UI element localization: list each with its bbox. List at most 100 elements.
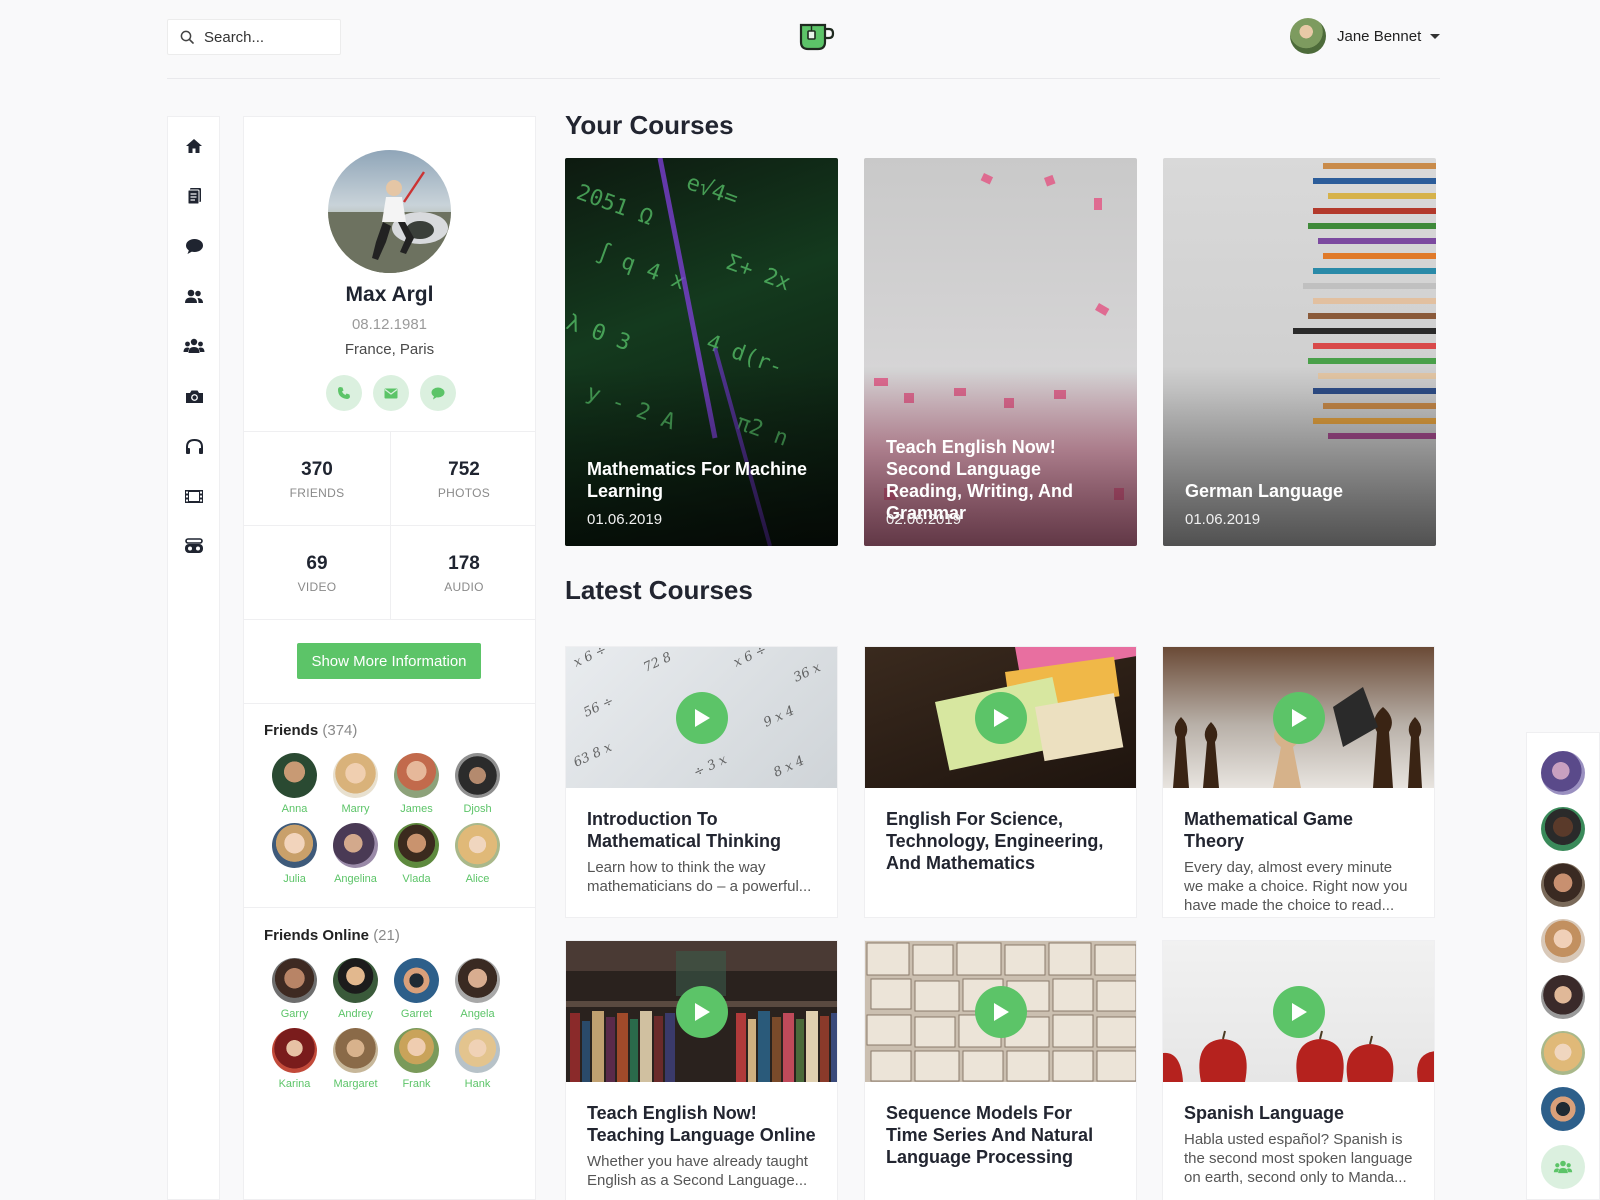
play-icon bbox=[994, 709, 1009, 727]
course-card[interactable]: Teach English Now! Second Language Readi… bbox=[864, 158, 1137, 546]
stat-label: FRIENDS bbox=[289, 486, 345, 500]
search-box[interactable] bbox=[167, 19, 341, 55]
friends-online-section-title: Friends Online (21) bbox=[264, 927, 400, 944]
message-button[interactable] bbox=[420, 375, 456, 411]
stat-value: 752 bbox=[448, 459, 480, 480]
friends-icon[interactable] bbox=[182, 284, 206, 308]
friend-item[interactable]: Vlada bbox=[386, 823, 447, 885]
friend-item[interactable]: Margaret bbox=[325, 1028, 386, 1090]
friend-item[interactable]: Djosh bbox=[447, 753, 508, 815]
course-title: Introduction To Mathematical Thinking bbox=[587, 809, 782, 851]
online-user-avatar[interactable] bbox=[1541, 807, 1585, 851]
friend-name: Angela bbox=[460, 1008, 495, 1020]
email-button[interactable] bbox=[373, 375, 409, 411]
stat-value: 178 bbox=[448, 553, 480, 574]
friend-item[interactable]: Garret bbox=[386, 958, 447, 1020]
stat-audio[interactable]: 178 AUDIO bbox=[391, 553, 537, 594]
friend-item[interactable]: Karina bbox=[264, 1028, 325, 1090]
friend-item[interactable]: Frank bbox=[386, 1028, 447, 1090]
play-button[interactable] bbox=[1273, 986, 1325, 1038]
divider bbox=[244, 907, 535, 908]
latest-course-card[interactable]: Teach English Now! Teaching Language Onl… bbox=[565, 940, 838, 1200]
friend-item[interactable]: Garry bbox=[264, 958, 325, 1020]
latest-course-card[interactable]: x 6 ÷ 72 8 x 6 ÷ 36 x 56 ÷ 9 x 4 63 8 x … bbox=[565, 646, 838, 918]
user-menu[interactable]: Jane Bennet bbox=[1290, 18, 1441, 54]
coffee-cup-logo[interactable] bbox=[798, 22, 836, 52]
online-user-avatar[interactable] bbox=[1541, 863, 1585, 907]
friend-item[interactable]: Angela bbox=[447, 958, 508, 1020]
svg-text:56 ÷: 56 ÷ bbox=[581, 694, 616, 721]
friend-avatar bbox=[394, 823, 439, 868]
course-card[interactable]: 2051 Ω e√4= ∫ q 4 x Σ+ 2x λ Θ 3 4 d(r- y… bbox=[565, 158, 838, 546]
profile-location: France, Paris bbox=[344, 341, 435, 358]
friend-item[interactable]: Marry bbox=[325, 753, 386, 815]
play-icon bbox=[695, 709, 710, 727]
stat-label: AUDIO bbox=[444, 580, 484, 594]
play-button[interactable] bbox=[975, 986, 1027, 1038]
groups-icon[interactable] bbox=[182, 334, 206, 358]
divider bbox=[244, 703, 535, 704]
course-title: Teach English Now! Teaching Language Onl… bbox=[587, 1103, 816, 1145]
profile-card: Max Argl 08.12.1981 France, Paris 370 FR… bbox=[243, 116, 536, 1200]
latest-course-card[interactable]: English For Science, Technology, Enginee… bbox=[864, 646, 1137, 918]
phone-icon bbox=[338, 387, 350, 399]
play-button[interactable] bbox=[676, 692, 728, 744]
friends-online-count: (21) bbox=[373, 927, 400, 944]
course-card[interactable]: German Language 01.06.2019 bbox=[1163, 158, 1436, 546]
profile-actions bbox=[326, 375, 456, 411]
play-icon bbox=[1292, 709, 1307, 727]
film-icon[interactable] bbox=[182, 484, 206, 508]
online-user-avatar[interactable] bbox=[1541, 975, 1585, 1019]
course-title: German Language bbox=[1185, 481, 1344, 501]
course-description: Habla usted español? Spanish is the seco… bbox=[1184, 1131, 1413, 1186]
chat-icon[interactable] bbox=[182, 234, 206, 258]
friend-item[interactable]: Julia bbox=[264, 823, 325, 885]
nav-rail bbox=[167, 116, 220, 1200]
friend-item[interactable]: Andrey bbox=[325, 958, 386, 1020]
search-input[interactable] bbox=[204, 28, 334, 46]
online-user-avatar[interactable] bbox=[1541, 1031, 1585, 1075]
header-divider bbox=[167, 78, 1440, 79]
profile-name: Max Argl bbox=[345, 283, 434, 306]
friend-name: Marry bbox=[341, 803, 370, 815]
online-user-avatar[interactable] bbox=[1541, 751, 1585, 795]
stat-video[interactable]: 69 VIDEO bbox=[244, 553, 390, 594]
home-icon[interactable] bbox=[182, 134, 206, 158]
show-more-info-button[interactable]: Show More Information bbox=[297, 643, 481, 679]
friend-item[interactable]: Anna bbox=[264, 753, 325, 815]
course-title: English For Science, Technology, Enginee… bbox=[886, 809, 1104, 873]
groups-button[interactable] bbox=[1541, 1145, 1585, 1189]
play-button[interactable] bbox=[1273, 692, 1325, 744]
document-icon[interactable] bbox=[182, 184, 206, 208]
course-date: 01.06.2019 bbox=[1185, 511, 1261, 528]
course-description: Whether you have already taught English … bbox=[587, 1153, 808, 1189]
call-button[interactable] bbox=[326, 375, 362, 411]
latest-course-card[interactable]: Spanish Language Habla usted español? Sp… bbox=[1162, 940, 1435, 1200]
course-thumbnail bbox=[865, 941, 1136, 1082]
headphones-icon[interactable] bbox=[182, 434, 206, 458]
svg-text:λ Θ 3: λ Θ 3 bbox=[565, 310, 634, 356]
friend-item[interactable]: Hank bbox=[447, 1028, 508, 1090]
friend-item[interactable]: James bbox=[386, 753, 447, 815]
user-name: Jane Bennet bbox=[1337, 27, 1422, 45]
friend-name: Djosh bbox=[463, 803, 492, 815]
friend-name: Vlada bbox=[402, 873, 431, 885]
camera-icon[interactable] bbox=[182, 384, 206, 408]
friend-item[interactable]: Alice bbox=[447, 823, 508, 885]
latest-course-card[interactable]: Mathematical Game Theory Every day, almo… bbox=[1162, 646, 1435, 918]
online-user-avatar[interactable] bbox=[1541, 919, 1585, 963]
play-button[interactable] bbox=[975, 692, 1027, 744]
gamepad-icon[interactable] bbox=[182, 534, 206, 558]
friend-avatar bbox=[394, 753, 439, 798]
online-users-rail bbox=[1526, 732, 1600, 1200]
friends-online-title: Friends Online bbox=[264, 927, 370, 944]
online-user-avatar[interactable] bbox=[1541, 1087, 1585, 1131]
friend-item[interactable]: Angelina bbox=[325, 823, 386, 885]
friend-name: Angelina bbox=[334, 873, 377, 885]
stat-friends[interactable]: 370 FRIENDS bbox=[244, 459, 390, 500]
stat-photos[interactable]: 752 PHOTOS bbox=[391, 459, 537, 500]
play-button[interactable] bbox=[676, 986, 728, 1038]
friend-name: Julia bbox=[283, 873, 306, 885]
latest-course-card[interactable]: Sequence Models For Time Series And Natu… bbox=[864, 940, 1137, 1200]
friend-name: Anna bbox=[281, 803, 308, 815]
